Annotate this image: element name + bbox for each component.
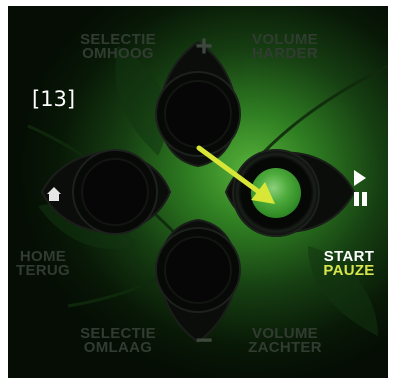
home-icon[interactable] [46,186,62,202]
caption-volume-zachter: VOLUME ZACHTER [248,325,322,356]
caption-selectie-omhoog: SELECTIE OMHOOG [80,31,156,62]
volume-plus-sign: + [195,30,213,63]
play-pause-icon[interactable] [352,170,372,208]
volume-minus-sign: − [195,324,213,357]
caption-selectie-omlaag: SELECTIE OMLAAG [80,325,156,356]
remote-control-panel: + − SELECTIE OMHOOG VOLUME HARDER HOME T… [8,6,388,378]
caption-home-terug: HOME TERUG [16,248,70,279]
caption-volume-harder: VOLUME HARDER [252,31,318,62]
step-label: [13] [32,87,76,111]
pointer-arrow [196,145,275,204]
caption-start-pauze: START PAUZE [323,248,375,279]
